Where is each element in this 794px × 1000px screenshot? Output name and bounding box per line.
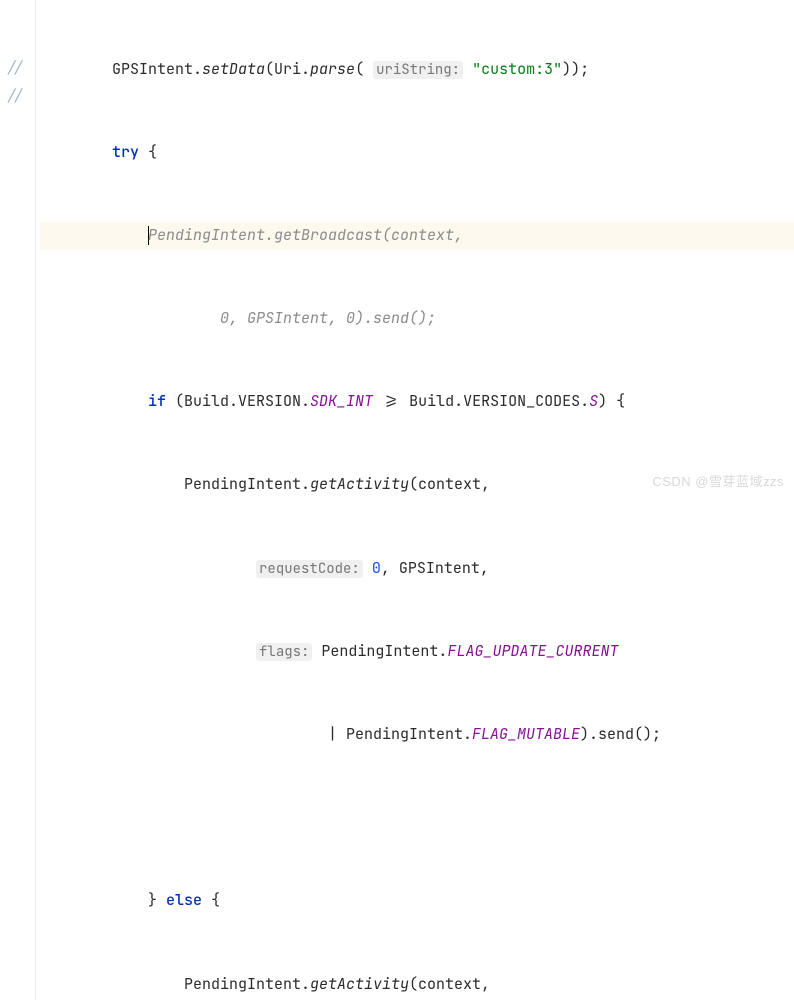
code-line-active[interactable]: PendingIntent.getBroadcast(context,: [40, 222, 794, 250]
code-line[interactable]: [40, 804, 794, 832]
code-line[interactable]: } else {: [40, 887, 794, 915]
gutter-comment-marker: //: [0, 55, 35, 83]
code-line[interactable]: try {: [40, 139, 794, 167]
code-line[interactable]: flags: PendingIntent.FLAG_UPDATE_CURRENT: [40, 638, 794, 666]
gutter: // //: [0, 0, 36, 1000]
watermark-text: CSDN @雪芽蓝域zzs: [652, 470, 784, 494]
code-line[interactable]: 0, GPSIntent, 0).send();: [40, 305, 794, 333]
param-hint: flags:: [256, 643, 312, 661]
code-line[interactable]: PendingIntent.getActivity(context,: [40, 971, 794, 999]
param-hint: requestCode:: [256, 560, 363, 578]
code-area[interactable]: GPSIntent.setData(Uri.parse( uriString: …: [36, 0, 794, 1000]
param-hint: uriString:: [373, 61, 463, 79]
code-editor[interactable]: // // GPSIntent.setData(Uri.parse( uriSt…: [0, 0, 794, 1000]
gutter-comment-marker: //: [0, 83, 35, 111]
code-line[interactable]: | PendingIntent.FLAG_MUTABLE).send();: [40, 721, 794, 749]
code-line[interactable]: if (Build.VERSION.SDK_INT >= Build.VERSI…: [40, 388, 794, 416]
code-line[interactable]: GPSIntent.setData(Uri.parse( uriString: …: [40, 56, 794, 84]
code-line[interactable]: requestCode: 0, GPSIntent,: [40, 555, 794, 583]
